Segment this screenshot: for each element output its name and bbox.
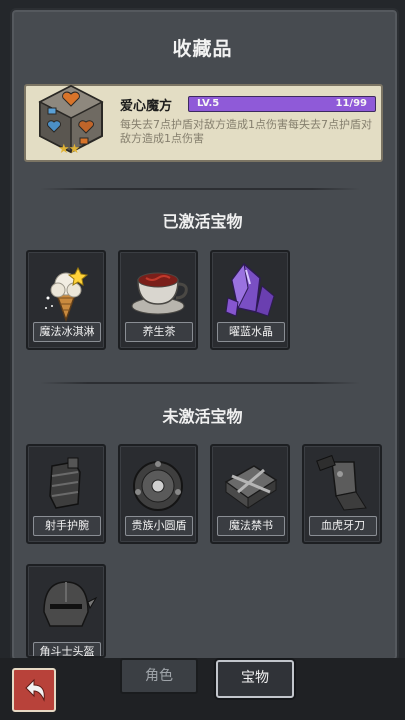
treasure-label: 射手护腕 — [33, 516, 101, 536]
featured-name: 爱心魔方 — [120, 99, 173, 114]
helmet-icon — [43, 581, 98, 627]
level-label: LV.5 — [197, 98, 220, 109]
treasure-label: 养生茶 — [125, 322, 193, 342]
divider — [40, 382, 360, 384]
activated-section-title: 已激活宝物 — [162, 212, 243, 231]
treasure-bracer[interactable]: 射手护腕 — [26, 444, 106, 544]
treasure-book[interactable]: 魔法禁书 — [210, 444, 290, 544]
back-arrow-icon — [25, 678, 45, 702]
featured-treasure-card[interactable]: ★★ 爱心魔方 LV.5 11/99 每失去7点护盾对敌方造成1点伤害每失去7点… — [24, 84, 383, 162]
treasure-label: 角斗士头盔 — [33, 642, 101, 656]
treasure-crystal[interactable]: 曜蓝水晶 — [210, 250, 290, 350]
inactive-section-title: 未激活宝物 — [162, 407, 243, 426]
treasure-shield[interactable]: 贵族小圆盾 — [118, 444, 198, 544]
tea-cup-icon — [131, 272, 188, 315]
treasure-label: 曜蓝水晶 — [217, 322, 285, 342]
crystal-icon — [225, 262, 275, 317]
bracer-icon — [49, 457, 81, 509]
back-button[interactable] — [12, 668, 56, 712]
treasure-ice-cream[interactable]: 魔法冰淇淋 — [26, 250, 106, 350]
treasure-label: 魔法冰淇淋 — [33, 322, 101, 342]
bottom-nav — [0, 658, 405, 720]
treasure-label: 贵族小圆盾 — [125, 516, 193, 536]
tab-treasure[interactable]: 宝物 — [216, 660, 294, 698]
ice-cream-icon — [45, 266, 89, 322]
treasure-tea[interactable]: 养生茶 — [118, 250, 198, 350]
featured-description: 每失去7点护盾对敌方造成1点伤害每失去7点护盾对敌方造成1点伤害 — [120, 118, 372, 145]
star-rating: ★★ — [58, 142, 80, 157]
forbidden-book-icon — [224, 465, 278, 509]
page-title: 收藏品 — [172, 38, 233, 60]
treasure-label: 魔法禁书 — [217, 516, 285, 536]
level-progress: 11/99 — [335, 98, 367, 109]
treasure-cleaver[interactable]: 血虎牙刀 — [302, 444, 382, 544]
level-bar: LV.5 11/99 — [188, 96, 376, 112]
tab-role[interactable]: 角色 — [120, 658, 198, 694]
divider — [40, 188, 360, 190]
treasure-label: 血虎牙刀 — [309, 516, 377, 536]
round-shield-icon — [133, 461, 183, 511]
cleaver-icon — [316, 454, 367, 511]
treasure-helmet[interactable]: 角斗士头盔 — [26, 564, 106, 658]
